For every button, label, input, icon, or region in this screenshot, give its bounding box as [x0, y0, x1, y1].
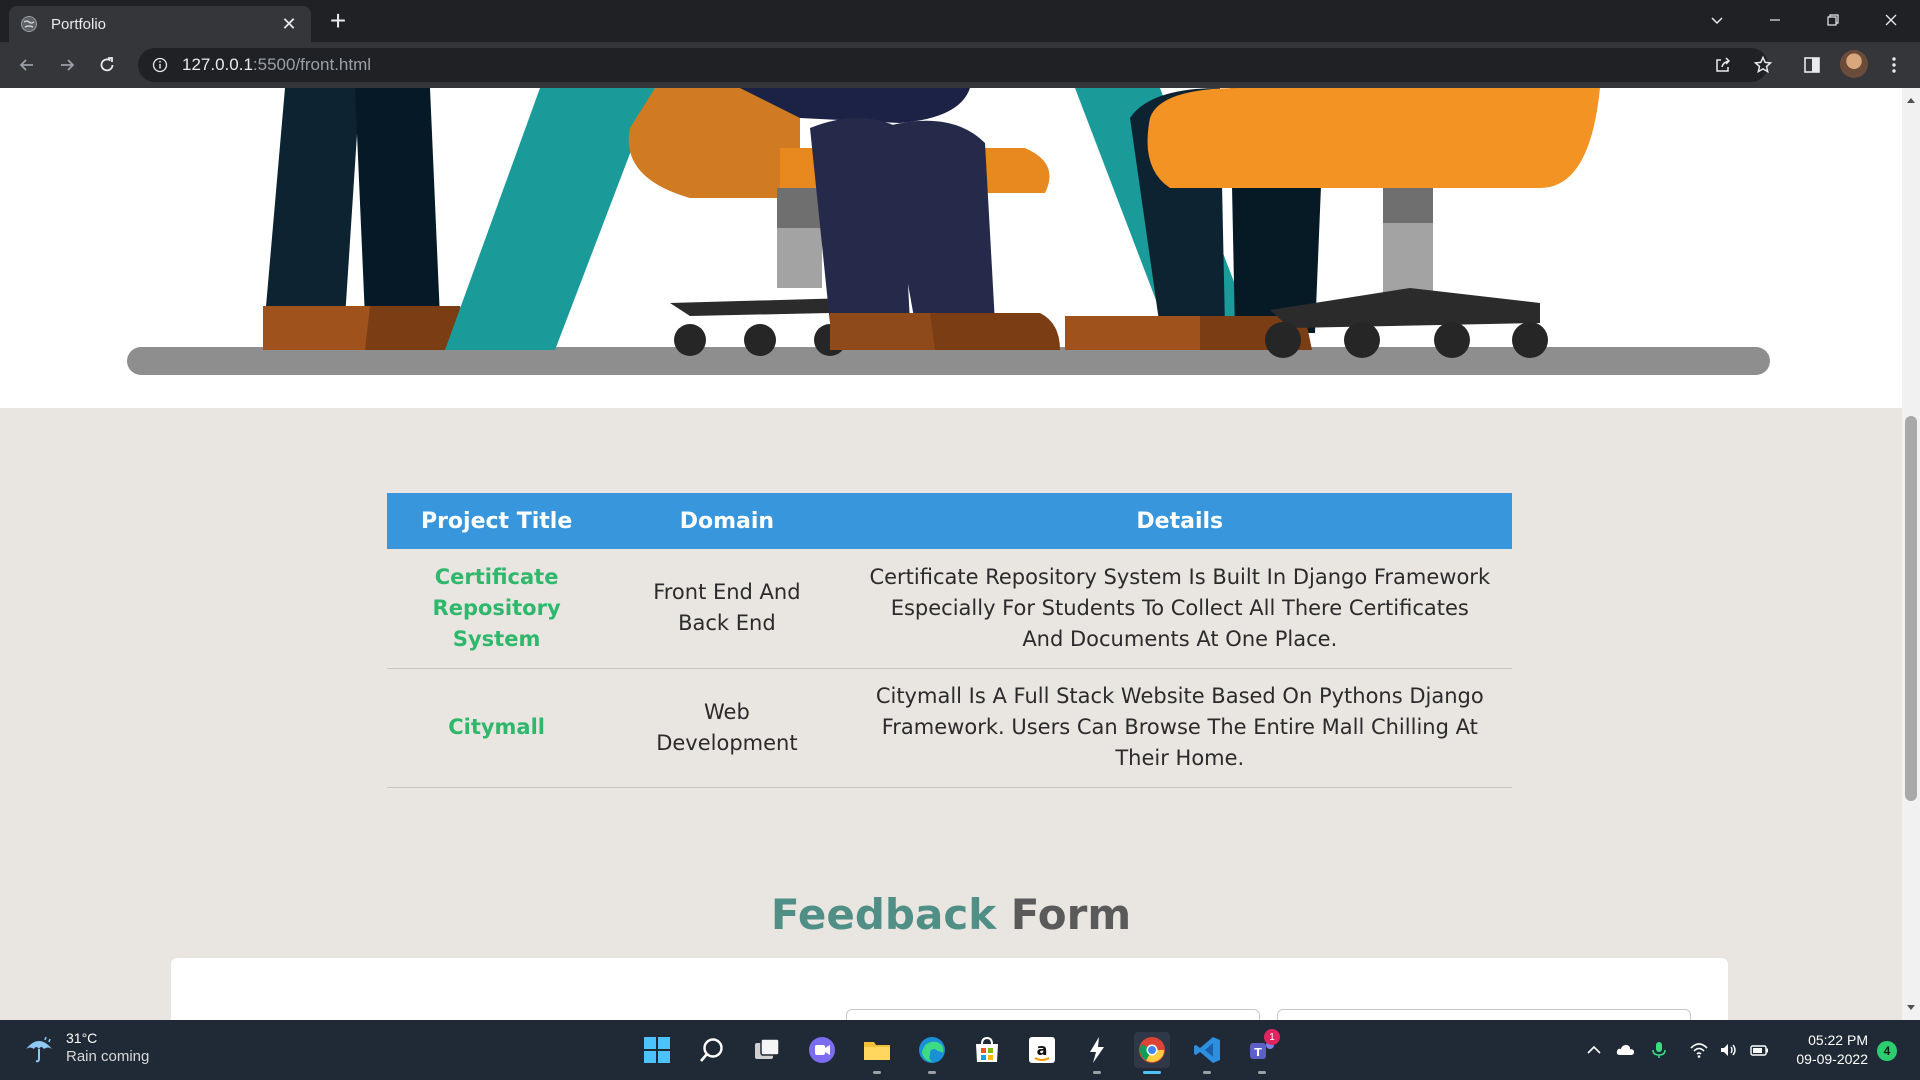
- back-icon[interactable]: [13, 51, 41, 79]
- chevron-up-icon[interactable]: [1582, 1038, 1606, 1062]
- project-domain: Web Development: [606, 668, 848, 788]
- search-icon[interactable]: [694, 1032, 730, 1068]
- column-header-details: Details: [847, 493, 1512, 549]
- page-scrollbar[interactable]: [1902, 88, 1920, 1020]
- window-controls: [1688, 0, 1920, 40]
- task-view-icon[interactable]: [749, 1032, 785, 1068]
- running-indicator: [873, 1071, 881, 1074]
- tab-search-icon[interactable]: [1688, 0, 1746, 40]
- share-icon[interactable]: [1712, 54, 1734, 76]
- reload-icon[interactable]: [93, 51, 121, 79]
- restore-button[interactable]: [1804, 0, 1862, 40]
- active-indicator: [1143, 1071, 1161, 1074]
- url-text: 127.0.0.1:5500/front.html: [182, 55, 372, 74]
- wifi-icon[interactable]: [1687, 1038, 1711, 1062]
- windows-taskbar: 31°C Rain coming a T 1 05:22 PM 09-09-20…: [0, 1020, 1920, 1080]
- close-window-button[interactable]: [1862, 0, 1920, 40]
- weather-widget[interactable]: 31°C Rain coming: [22, 1030, 149, 1065]
- globe-icon: [21, 16, 37, 32]
- close-tab-icon[interactable]: ✕: [279, 14, 299, 35]
- bookmark-star-icon[interactable]: [1752, 54, 1774, 76]
- onedrive-cloud-icon[interactable]: [1613, 1038, 1637, 1062]
- umbrella-rain-icon: [26, 1036, 52, 1062]
- hero-illustration: [0, 88, 1902, 408]
- windows-start-icon[interactable]: [639, 1032, 675, 1068]
- browser-tab[interactable]: Portfolio ✕: [9, 6, 311, 42]
- project-details: Certificate Repository System Is Built I…: [847, 549, 1512, 669]
- profile-avatar[interactable]: [1840, 50, 1868, 78]
- projects-table: Project Title Domain Details Certificate…: [387, 493, 1512, 788]
- running-indicator: [928, 1071, 936, 1074]
- page-viewport: Project Title Domain Details Certificate…: [0, 88, 1902, 1020]
- tab-strip: Portfolio ✕ +: [0, 0, 1920, 42]
- feedback-section-title: Feedback Form: [0, 890, 1902, 939]
- system-clock[interactable]: 05:22 PM 09-09-2022: [1780, 1031, 1868, 1069]
- project-title-link[interactable]: Citymall: [387, 668, 607, 788]
- svg-text:a: a: [1037, 1040, 1048, 1059]
- address-bar[interactable]: 127.0.0.1:5500/front.html: [138, 48, 1768, 82]
- project-domain: Front End And Back End: [606, 549, 848, 669]
- weather-description: Rain coming: [66, 1048, 150, 1065]
- clock-time: 05:22 PM: [1808, 1032, 1868, 1048]
- tab-title: Portfolio: [51, 15, 107, 33]
- minimize-button[interactable]: [1746, 0, 1804, 40]
- file-explorer-icon[interactable]: [859, 1032, 895, 1074]
- table-row: Citymall Web Development Citymall Is A F…: [387, 668, 1512, 788]
- svg-text:T: T: [1254, 1046, 1262, 1059]
- feedback-heading-rest: Form: [1010, 890, 1132, 939]
- new-tab-button[interactable]: +: [322, 7, 354, 37]
- teams-notification-badge: 1: [1264, 1029, 1280, 1045]
- teams-icon[interactable]: T 1: [1244, 1029, 1280, 1074]
- menu-kebab-icon[interactable]: [1883, 54, 1905, 76]
- scroll-down-arrow-icon[interactable]: [1902, 1000, 1920, 1016]
- edge-browser-icon[interactable]: [914, 1032, 950, 1074]
- volume-icon[interactable]: [1716, 1038, 1740, 1062]
- forward-icon[interactable]: [53, 51, 81, 79]
- column-header-domain: Domain: [606, 493, 848, 549]
- running-indicator: [1093, 1071, 1101, 1074]
- vscode-icon[interactable]: [1189, 1032, 1225, 1074]
- side-panel-icon[interactable]: [1801, 54, 1823, 76]
- microsoft-store-icon[interactable]: [969, 1032, 1005, 1068]
- amazon-icon[interactable]: a: [1024, 1032, 1060, 1068]
- battery-charging-icon[interactable]: [1747, 1038, 1771, 1062]
- chat-camera-icon[interactable]: [804, 1032, 840, 1068]
- info-icon[interactable]: [152, 57, 168, 73]
- weather-temperature: 31°C: [66, 1030, 98, 1046]
- table-row: Certificate Repository System Front End …: [387, 549, 1512, 669]
- scrollbar-thumb[interactable]: [1905, 416, 1917, 801]
- browser-toolbar: 127.0.0.1:5500/front.html: [0, 42, 1920, 88]
- clock-date: 09-09-2022: [1796, 1051, 1868, 1067]
- scroll-up-arrow-icon[interactable]: [1902, 92, 1920, 108]
- project-title-link[interactable]: Certificate Repository System: [387, 549, 607, 669]
- feedback-heading-accent: Feedback: [770, 890, 997, 939]
- sublime-lightning-icon[interactable]: [1079, 1032, 1115, 1074]
- table-header-row: Project Title Domain Details: [387, 493, 1512, 549]
- microphone-icon[interactable]: [1647, 1038, 1671, 1062]
- notification-count-badge[interactable]: 4: [1877, 1041, 1897, 1061]
- chrome-icon[interactable]: [1134, 1032, 1170, 1074]
- running-indicator: [1258, 1071, 1266, 1074]
- running-indicator: [1203, 1071, 1211, 1074]
- project-details: Citymall Is A Full Stack Website Based O…: [847, 668, 1512, 788]
- column-header-project-title: Project Title: [387, 493, 607, 549]
